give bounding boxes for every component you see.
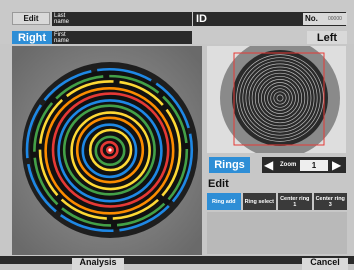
first-name-label: First name [54,32,70,44]
rings-button[interactable]: Rings [209,157,250,173]
tab-left-eye[interactable]: Left [307,31,347,44]
ring-add-button[interactable]: Ring add [207,193,241,210]
preview-eye-image [207,46,346,153]
edit-panel-area [207,212,347,254]
analysis-button[interactable]: Analysis [72,258,124,270]
zoom-increase-icon[interactable]: ▶ [332,157,341,173]
center-ring-3-button[interactable]: Center ring 3 [313,193,347,210]
zoom-value: 1 [300,160,328,171]
ring-select-button[interactable]: Ring select [242,193,276,210]
id-label: ID [196,13,207,25]
cancel-button[interactable]: Cancel [302,258,348,270]
ring-overlay-canvas[interactable] [12,46,202,255]
center-ring-1-button[interactable]: Center ring 1 [278,193,312,210]
tab-edit[interactable]: Edit [12,12,50,25]
first-name-field[interactable] [52,31,192,44]
number-value: 00000 [328,16,342,22]
zoom-label: Zoom [280,162,297,168]
last-name-label: Last name [54,13,70,25]
last-name-field[interactable] [52,12,192,26]
main-eye-image[interactable] [12,46,202,255]
tab-right-eye[interactable]: Right [12,31,52,44]
edit-buttons: Ring add Ring select Center ring 1 Cente… [207,193,347,210]
zoom-decrease-icon[interactable]: ◀ [264,157,273,173]
edit-section-title: Edit [208,178,229,190]
number-label: No. [305,14,318,23]
bottom-toolbar [0,256,354,264]
